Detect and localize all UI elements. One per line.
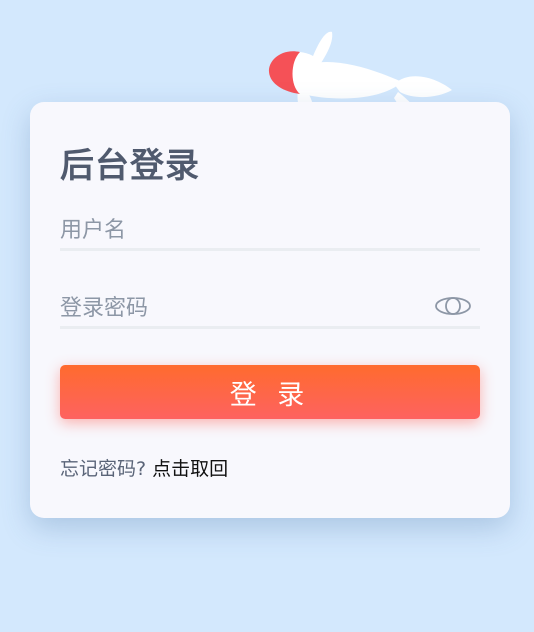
login-page: { "login": { "title": "后台登录", "username_… bbox=[0, 0, 534, 632]
eye-icon[interactable] bbox=[434, 296, 472, 316]
username-field-wrapper bbox=[60, 208, 480, 251]
login-title: 后台登录 bbox=[60, 146, 200, 186]
password-field-wrapper bbox=[60, 286, 480, 329]
username-input[interactable] bbox=[60, 214, 420, 246]
forgot-password-text: 忘记密码? bbox=[60, 458, 147, 480]
login-button[interactable]: 登 录 bbox=[60, 365, 480, 419]
retrieve-password-link[interactable]: 点击取回 bbox=[152, 458, 228, 480]
forgot-password-row: 忘记密码? 点击取回 bbox=[60, 456, 228, 482]
password-input[interactable] bbox=[60, 292, 420, 324]
login-card: 后台登录 登 录 忘记密码? 点击取回 bbox=[30, 102, 510, 518]
